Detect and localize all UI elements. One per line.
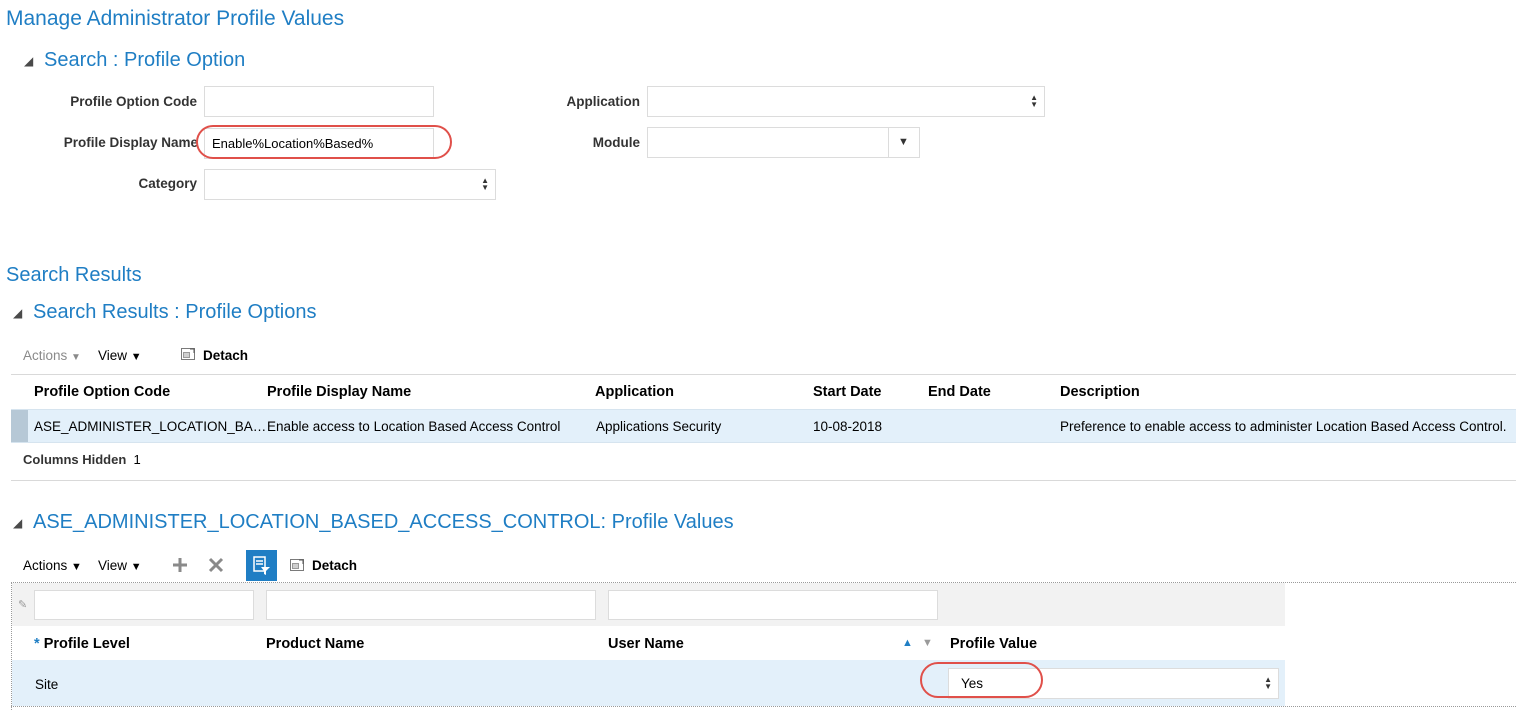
column-header-description[interactable]: Description (1060, 384, 1140, 400)
filter-user-name-input[interactable] (608, 590, 938, 620)
cell-profile-display-name: Enable access to Location Based Access C… (267, 419, 561, 434)
filter-icon (253, 556, 270, 575)
sort-descending-icon[interactable]: ▼ (922, 637, 933, 649)
column-header-application[interactable]: Application (595, 384, 674, 400)
divider (11, 480, 1516, 481)
view-menu[interactable]: View ▼ (98, 348, 142, 363)
detach-icon[interactable] (289, 557, 305, 573)
required-asterisk: * (34, 636, 40, 652)
collapse-triangle-icon[interactable]: ◢ (24, 54, 33, 68)
actions-menu[interactable]: Actions ▼ (23, 558, 82, 573)
query-by-example-button[interactable] (246, 550, 277, 581)
collapse-triangle-icon[interactable]: ◢ (13, 516, 22, 530)
cell-start-date: 10-08-2018 (813, 419, 883, 434)
detach-button[interactable]: Detach (203, 348, 248, 363)
module-input[interactable] (647, 127, 889, 158)
module-label: Module (592, 135, 640, 150)
search-section-heading: Search : Profile Option (44, 49, 246, 71)
actions-menu-disabled: Actions ▼ (23, 348, 81, 363)
column-header-profile-level[interactable]: * Profile Level (34, 636, 130, 652)
profile-values-heading: ASE_ADMINISTER_LOCATION_BASED_ACCESS_CON… (33, 511, 734, 533)
caret-down-icon: ▼ (130, 561, 142, 573)
annotation-oval (920, 662, 1043, 698)
column-header-user-name[interactable]: User Name (608, 636, 684, 652)
application-select[interactable]: ▲ ▼ (647, 86, 1045, 117)
row-selector[interactable] (11, 410, 28, 442)
caret-down-icon: ▼ (71, 561, 82, 573)
search-results-title: Search Results (6, 264, 142, 286)
detach-button[interactable]: Detach (312, 558, 357, 573)
filter-product-name-input[interactable] (266, 590, 596, 620)
caret-down-icon: ▼ (898, 136, 909, 148)
table-bottom-border (11, 706, 1516, 707)
table-top-border (11, 374, 1516, 375)
column-header-product-name[interactable]: Product Name (266, 636, 364, 652)
page-title: Manage Administrator Profile Values (6, 7, 345, 30)
results-section-heading: Search Results : Profile Options (33, 301, 317, 323)
collapse-triangle-icon[interactable]: ◢ (13, 306, 22, 320)
module-dropdown-button[interactable]: ▼ (888, 127, 920, 158)
cell-description: Preference to enable access to administe… (1060, 419, 1507, 434)
cell-profile-level: Site (35, 677, 59, 692)
column-header-end-date[interactable]: End Date (928, 384, 991, 400)
column-header-profile-option-code[interactable]: Profile Option Code (34, 384, 170, 400)
caret-down-icon: ▼ (130, 351, 142, 363)
column-header-profile-display-name[interactable]: Profile Display Name (267, 384, 411, 400)
updown-arrows-icon: ▲ ▼ (481, 176, 489, 192)
add-icon[interactable] (172, 557, 188, 573)
view-menu[interactable]: View ▼ (98, 558, 142, 573)
cell-profile-option-code: ASE_ADMINISTER_LOCATION_BA… (34, 419, 267, 434)
category-label: Category (138, 176, 197, 191)
profile-option-code-label: Profile Option Code (70, 94, 197, 109)
table-row[interactable]: ASE_ADMINISTER_LOCATION_BA… Enable acces… (11, 409, 1516, 443)
column-header-start-date[interactable]: Start Date (813, 384, 882, 400)
caret-down-icon: ▼ (71, 352, 81, 363)
annotation-oval (196, 125, 452, 159)
detach-icon[interactable] (180, 346, 196, 362)
cell-application: Applications Security (596, 419, 722, 434)
edit-pencil-icon: ✎ (18, 599, 28, 611)
columns-hidden-status[interactable]: Columns Hidden 1 (23, 452, 141, 467)
updown-arrows-icon: ▲ ▼ (1264, 675, 1272, 691)
profile-option-code-input[interactable] (204, 86, 434, 117)
application-label: Application (566, 94, 641, 109)
category-select[interactable]: ▲ ▼ (204, 169, 496, 200)
column-header-profile-value[interactable]: Profile Value (950, 636, 1037, 652)
delete-icon[interactable] (208, 557, 224, 573)
profile-display-name-label: Profile Display Name (63, 135, 198, 150)
filter-profile-level-input[interactable] (34, 590, 254, 620)
sort-ascending-icon[interactable]: ▲ (902, 637, 913, 649)
updown-arrows-icon: ▲ ▼ (1030, 93, 1038, 109)
